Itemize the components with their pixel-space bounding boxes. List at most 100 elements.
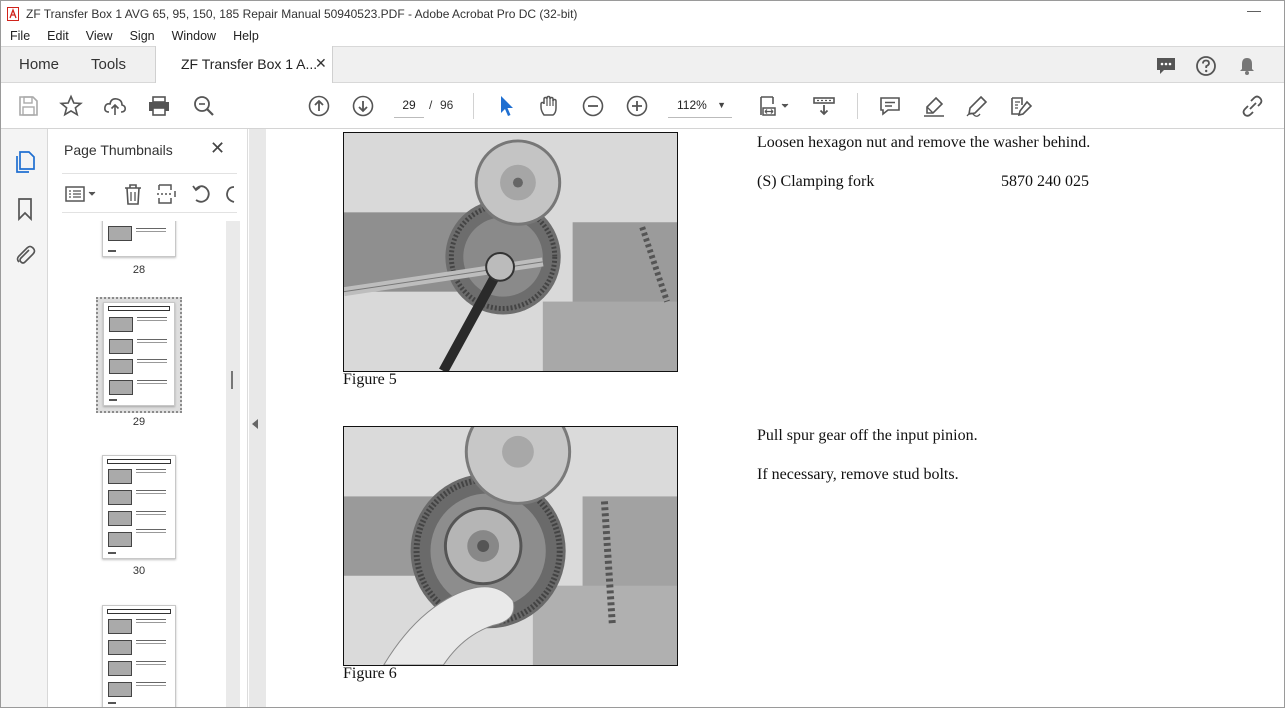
page-total: 96 [440,98,454,112]
main-toolbar: 29 / 96 112% ▼ [1,83,1284,129]
zoom-out-button[interactable] [581,94,605,118]
page-thumbnails-pane: Page Thumbnails ✕ 28 29 30 [48,129,248,707]
thumbnail-footer [108,702,116,704]
zoom-in-button[interactable] [625,94,649,118]
highlight-button[interactable] [922,94,946,118]
upload-icon [104,98,126,115]
tab-document[interactable]: ZF Transfer Box 1 A... ✕ [155,46,333,84]
attachment-icon[interactable] [13,243,37,267]
hand-tool-button[interactable] [537,94,561,118]
thumbnail-text [136,529,166,533]
rotate-icon[interactable] [190,183,212,205]
edit-pdf-button[interactable] [1009,94,1033,118]
acrobat-icon [7,6,19,21]
menu-window[interactable]: Window [163,29,224,43]
menu-edit[interactable]: Edit [38,29,77,43]
bell-icon[interactable] [1236,55,1258,77]
thumbnail-page[interactable] [102,605,176,707]
previous-page-button[interactable] [307,94,331,118]
pane-resize-handle[interactable] [231,371,233,389]
thumbnail-text [137,380,167,384]
close-pane-button[interactable]: ✕ [210,138,225,159]
zoom-level-select[interactable]: 112% ▼ [668,94,732,118]
thumbnail-footer [108,552,116,554]
toolbar-divider [473,93,474,119]
thumbnail-text [137,317,167,321]
page-fit-button[interactable] [758,94,792,118]
acrobat-window: ZF Transfer Box 1 AVG 65, 95, 150, 185 R… [0,0,1285,708]
thumbnail-figure [108,490,132,505]
close-tab-button[interactable]: ✕ [315,55,327,72]
collapse-pane-icon[interactable] [252,419,258,429]
page-number-input[interactable]: 29 [394,94,424,118]
page-fit-icon [760,96,789,116]
thumbnail-figure [109,317,133,332]
thumbnails-scrollbar[interactable] [226,221,240,707]
comment-icon [880,97,900,116]
save-button[interactable] [16,94,40,118]
thumbnail-figure [108,469,132,484]
thumbnails-toolbar [62,173,237,213]
figure-6-caption: Figure 6 [343,665,397,682]
sign-icon [966,95,988,117]
pdf-page: Figure 5 Loosen hexagon nut and remove t… [266,129,1284,707]
thumbnail-text [136,661,166,665]
zoom-in-icon [626,95,648,117]
thumbnail-text [136,490,166,494]
instruction-text: Pull spur gear off the input pinion. [757,427,978,444]
figure-5-caption: Figure 5 [343,371,397,388]
sign-button[interactable] [965,94,989,118]
bookmark-star-button[interactable] [59,94,83,118]
edit-pdf-icon [1011,97,1033,117]
scrollbar-thumb[interactable] [226,221,240,707]
menu-sign[interactable]: Sign [121,29,163,43]
window-title: ZF Transfer Box 1 AVG 65, 95, 150, 185 R… [26,6,578,21]
page-down-icon [352,95,374,117]
tool-name: (S) Clamping fork [757,173,875,190]
scroll-mode-button[interactable] [812,94,836,118]
find-button[interactable] [192,94,216,118]
thumbnail-text [136,619,166,623]
minimize-button[interactable]: — [1246,3,1262,19]
document-viewer: Figure 5 Loosen hexagon nut and remove t… [249,129,1284,707]
thumbnail-footer [109,399,117,401]
trash-icon[interactable] [122,183,144,205]
rotate-icon[interactable] [222,183,237,205]
insert-page-icon[interactable] [156,183,178,205]
print-button[interactable] [147,94,171,118]
tool-number: 5870 240 025 [1001,173,1089,190]
thumbnail-header [108,306,170,311]
options-icon[interactable] [64,183,100,205]
thumbnail-figure [108,511,132,526]
thumbnail-page[interactable] [102,221,176,257]
menu-bar: File Edit View Sign Window Help [1,26,1284,46]
thumbnail-figure [109,380,133,395]
menu-file[interactable]: File [1,29,38,43]
thumbnail-page-selected[interactable] [103,302,175,406]
share-link-button[interactable] [1241,94,1265,118]
chevron-down-icon: ▼ [717,100,726,110]
bookmark-icon[interactable] [13,197,37,221]
pages-icon[interactable] [13,150,37,174]
tab-document-label: ZF Transfer Box 1 A... [181,56,318,72]
upload-button[interactable] [103,94,127,118]
tab-home[interactable]: Home [19,56,59,73]
menu-help[interactable]: Help [224,29,267,43]
zoom-level-value: 112% [677,98,707,112]
thumbnail-figure [108,661,132,676]
thumbnail-figure [109,359,133,374]
save-icon [19,96,38,116]
menu-view[interactable]: View [77,29,121,43]
comment-bubble-icon[interactable] [1155,55,1177,77]
next-page-button[interactable] [351,94,375,118]
thumbnail-header [107,609,171,614]
thumbnail-figure [108,682,132,697]
tab-tools[interactable]: Tools [91,56,126,73]
help-icon[interactable] [1195,55,1217,77]
select-tool-button[interactable] [495,94,519,118]
zoom-search-icon [194,96,214,116]
comment-button[interactable] [878,94,902,118]
print-icon [149,96,169,116]
page-separator: / [429,98,433,112]
thumbnail-page[interactable] [102,455,176,559]
